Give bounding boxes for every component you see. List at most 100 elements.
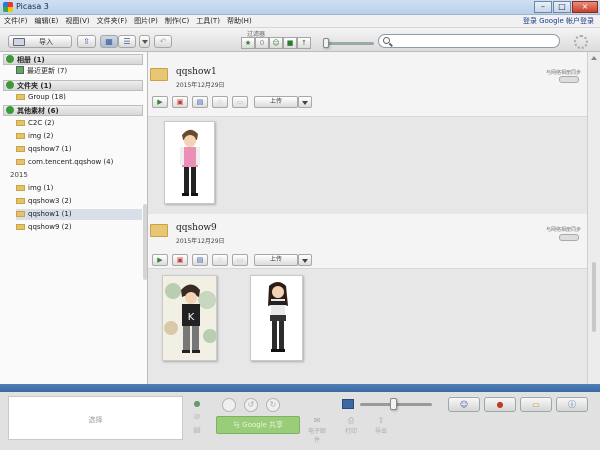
sync-toggle[interactable] bbox=[559, 76, 579, 83]
menu-help[interactable]: 帮助(H) bbox=[227, 16, 252, 26]
menu-picture[interactable]: 图片(P) bbox=[134, 16, 158, 26]
export-button[interactable]: ▭ bbox=[232, 254, 248, 266]
sidebar-scrollbar[interactable] bbox=[143, 204, 147, 280]
menu-view[interactable]: 视图(V) bbox=[65, 16, 89, 26]
upload-button[interactable]: 上传 bbox=[254, 254, 298, 266]
places-button[interactable]: ● bbox=[484, 397, 516, 412]
menu-file[interactable]: 文件(F) bbox=[4, 16, 28, 26]
filter-faces-button[interactable]: ☺ bbox=[269, 37, 283, 49]
hold-icon[interactable]: ● bbox=[190, 398, 204, 410]
tree-view-button[interactable]: ☰ bbox=[118, 35, 136, 48]
slider-thumb[interactable] bbox=[323, 38, 329, 48]
menu-tools[interactable]: 工具(T) bbox=[196, 16, 220, 26]
star-button[interactable]: ☆ bbox=[212, 254, 228, 266]
upload-view-button[interactable]: ⇪ bbox=[77, 35, 96, 48]
window-title: Picasa 3 bbox=[16, 2, 49, 11]
slideshow-button[interactable]: ▶ bbox=[152, 254, 168, 266]
share-google-button[interactable]: 与 Google 共享 bbox=[216, 416, 300, 434]
date-filter-slider[interactable] bbox=[323, 38, 374, 48]
export-button[interactable]: ⇧ 导出 bbox=[370, 416, 392, 435]
view-dropdown-button[interactable] bbox=[139, 35, 150, 48]
save-icon: ▭ bbox=[236, 98, 244, 106]
rotate-blank-button[interactable] bbox=[222, 398, 236, 412]
collage-button[interactable]: ▣ bbox=[172, 254, 188, 266]
photo-thumbnail[interactable] bbox=[164, 121, 215, 204]
sidebar-section-other[interactable]: 其他素材 (6) bbox=[3, 105, 143, 116]
movie-button[interactable]: ▤ bbox=[192, 254, 208, 266]
menu-create[interactable]: 制作(C) bbox=[165, 16, 189, 26]
menu-folder[interactable]: 文件夹(F) bbox=[97, 16, 128, 26]
thumbnail-size-slider[interactable] bbox=[360, 398, 432, 410]
sidebar-item-group[interactable]: Group (18) bbox=[16, 92, 142, 103]
slider-thumb[interactable] bbox=[390, 398, 397, 410]
collage-button[interactable]: ▣ bbox=[172, 96, 188, 108]
folder-icon bbox=[150, 68, 168, 81]
search-icon bbox=[383, 37, 390, 44]
window-controls: – □ × bbox=[533, 1, 598, 14]
chevron-down-icon bbox=[302, 259, 308, 263]
rotate-right-icon: ↻ bbox=[269, 400, 277, 409]
close-button[interactable]: × bbox=[572, 1, 598, 13]
google-login-link[interactable]: 登录 Google 帐户登录 bbox=[523, 16, 594, 26]
sidebar-section-folders[interactable]: 文件夹 (1) bbox=[3, 80, 143, 91]
people-button[interactable]: ☺ bbox=[448, 397, 480, 412]
sidebar-item-com-tencent-qqshow[interactable]: com.tencent.qqshow (4) bbox=[16, 157, 142, 168]
sidebar-item-qqshow9[interactable]: qqshow9 (2) bbox=[16, 222, 142, 233]
album-title[interactable]: qqshow9 bbox=[176, 223, 217, 233]
star-button[interactable]: ☆ bbox=[212, 96, 228, 108]
minimize-button[interactable]: – bbox=[534, 1, 552, 13]
upload-dropdown-button[interactable] bbox=[298, 96, 312, 108]
email-icon: ✉ bbox=[313, 416, 321, 425]
filter-geotag-button[interactable]: ■ bbox=[283, 37, 297, 49]
sync-label: 与网络相册同步 bbox=[545, 70, 581, 76]
search-input[interactable] bbox=[378, 34, 560, 48]
import-button[interactable]: 导入 bbox=[8, 35, 72, 48]
sidebar-section-albums[interactable]: 相册 (1) bbox=[3, 54, 143, 65]
sidebar-item-qqshow3[interactable]: qqshow3 (2) bbox=[16, 196, 142, 207]
photo-thumbnail[interactable] bbox=[250, 275, 303, 361]
upload-dropdown-button[interactable] bbox=[298, 254, 312, 266]
undo-button[interactable]: ↶ bbox=[154, 35, 172, 48]
album-date: 2015年12月29日 bbox=[176, 82, 225, 89]
sidebar-item-img[interactable]: img (2) bbox=[16, 131, 142, 142]
email-button[interactable]: ✉ 电子邮件 bbox=[306, 416, 328, 444]
sidebar-item-c2c[interactable]: C2C (2) bbox=[16, 118, 142, 129]
folder-icon bbox=[16, 159, 25, 165]
rotate-right-button[interactable]: ↻ bbox=[266, 398, 280, 412]
export-label: 导出 bbox=[374, 428, 387, 435]
sidebar-item-recent[interactable]: 最近更新 (7) bbox=[16, 66, 142, 77]
filter-uploaded-button[interactable]: ↑ bbox=[297, 37, 311, 49]
clear-icon[interactable]: ⊘ bbox=[190, 411, 204, 423]
filter-starred-button[interactable]: ★ bbox=[241, 37, 255, 49]
sidebar-item-qqshow7[interactable]: qqshow7 (1) bbox=[16, 144, 142, 155]
photo-thumbnail[interactable]: K bbox=[162, 275, 217, 361]
sync-toggle[interactable] bbox=[559, 234, 579, 241]
rotate-left-button[interactable]: ↺ bbox=[244, 398, 258, 412]
main-scrollbar[interactable] bbox=[587, 52, 600, 384]
thumbnail-view-button[interactable]: ▦ bbox=[100, 35, 118, 48]
sidebar-item-label: img (2) bbox=[28, 132, 54, 140]
scroll-up-icon[interactable] bbox=[591, 56, 597, 60]
library-main: qqshow1 2015年12月29日 与网络相册同步 ▶ ▣ ▤ ☆ ▭ 上传 bbox=[148, 52, 587, 384]
print-button[interactable]: ⎙ 打印 bbox=[340, 416, 362, 435]
selection-tray[interactable]: 选择 bbox=[8, 396, 183, 440]
folder-icon bbox=[16, 198, 25, 204]
album-header-qqshow1: qqshow1 2015年12月29日 与网络相册同步 ▶ ▣ ▤ ☆ ▭ 上传 bbox=[148, 62, 587, 108]
upload-button[interactable]: 上传 bbox=[254, 96, 298, 108]
album-title[interactable]: qqshow1 bbox=[176, 67, 217, 77]
movie-button[interactable]: ▤ bbox=[192, 96, 208, 108]
maximize-button[interactable]: □ bbox=[553, 1, 571, 13]
scroll-thumb[interactable] bbox=[592, 262, 596, 332]
sidebar-item-qqshow1[interactable]: qqshow1 (1) bbox=[16, 209, 142, 220]
library-sidebar: 相册 (1) 最近更新 (7) 文件夹 (1) Group (18) 其他素材 … bbox=[0, 52, 148, 384]
folder-icon bbox=[16, 211, 25, 217]
sidebar-item-img-2015[interactable]: img (1) bbox=[16, 183, 142, 194]
export-button[interactable]: ▭ bbox=[232, 96, 248, 108]
tags-button[interactable]: ▭ bbox=[520, 397, 552, 412]
filter-video-button[interactable]: 0 bbox=[255, 37, 269, 49]
slideshow-button[interactable]: ▶ bbox=[152, 96, 168, 108]
add-to-album-icon[interactable]: ▤ bbox=[190, 424, 204, 436]
properties-button[interactable]: ⓘ bbox=[556, 397, 588, 412]
menu-edit[interactable]: 编辑(E) bbox=[35, 16, 59, 26]
sidebar-item-label: com.tencent.qqshow (4) bbox=[28, 158, 114, 166]
